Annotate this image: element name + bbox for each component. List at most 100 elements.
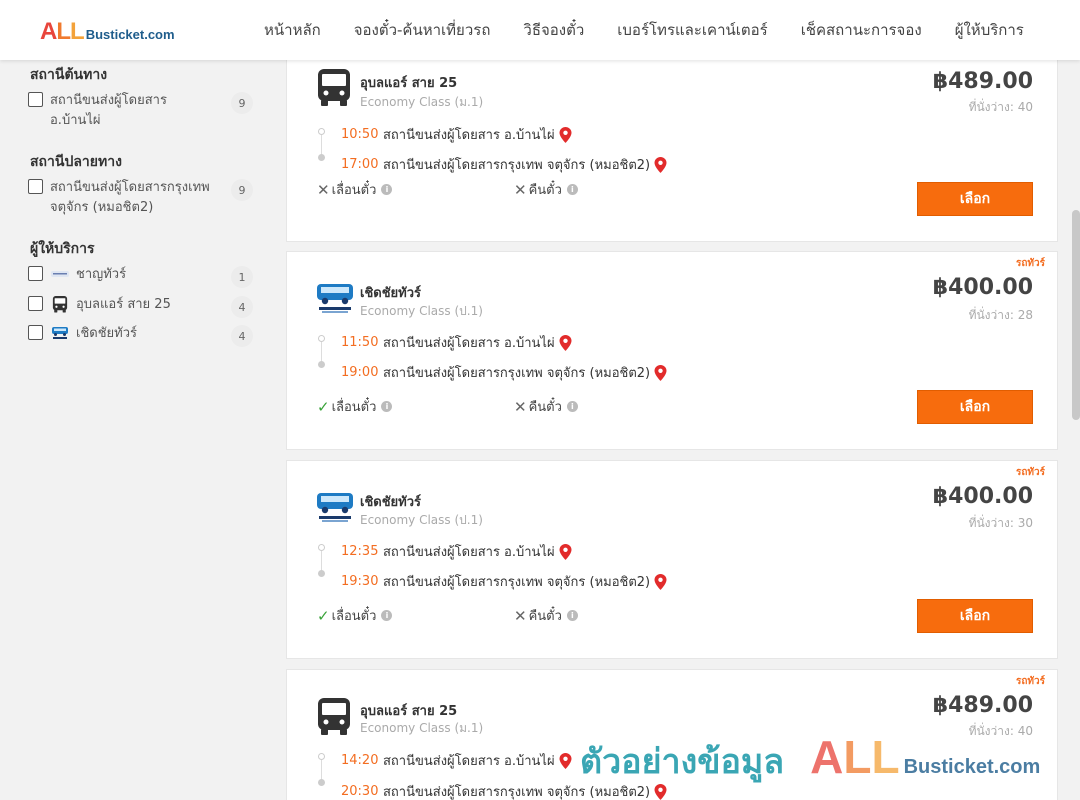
operator-filter-label: อุบลแอร์ สาย 25 [76,297,171,312]
arrival-time: 19:30 [341,574,379,589]
info-icon[interactable]: i [566,184,578,195]
seats-available: ที่นั่งว่าง: 40 [968,100,1033,114]
destination-checkbox[interactable] [28,179,43,194]
cross-icon: ✕ [514,397,527,416]
origin-filter-title: สถานีต้นทาง [30,67,108,83]
map-pin-icon[interactable] [654,573,667,590]
watermark-thai-text: ตัวอย่างข้อมูล [580,742,785,782]
refund-ticket-policy: ✕ คืนตั๋ว i [514,396,578,417]
seat-class: Economy Class (ม.1) [360,95,484,109]
departure-stop: 10:50 สถานีขนส่งผู้โดยสาร อ.บ้านไผ่ [341,124,572,145]
origin-filter-item[interactable]: สถานีขนส่งผู้โดยสาร อ.บ้านไผ่ 9 [28,91,256,131]
seat-class: Economy Class (ป.1) [360,304,483,318]
logo-letter-l2: L [70,18,85,45]
operator-checkbox[interactable] [28,296,43,311]
ticket-price: ฿400.00 [932,275,1033,300]
arrival-stop: 19:30 สถานีขนส่งผู้โดยสารกรุงเทพ จตุจักร… [341,571,667,592]
map-pin-icon[interactable] [559,126,572,143]
route-timeline [318,544,325,577]
page-scrollbar[interactable] [1072,210,1080,420]
operator-filter-item[interactable]: เชิดชัยทัวร์ 4 [28,324,256,347]
operator-checkbox[interactable] [28,325,43,340]
origin-checkbox[interactable] [28,92,43,107]
departure-time: 10:50 [341,127,379,142]
info-icon[interactable]: i [566,610,578,621]
watermark-brand-text: Busticket.com [903,756,1041,778]
departure-time: 14:20 [341,753,379,768]
check-icon: ✓ [317,397,330,416]
operator-name: อุบลแอร์ สาย 25 [360,704,458,719]
nav-phone-counters[interactable]: เบอร์โทรและเคาน์เตอร์ [617,18,767,42]
ticket-price: ฿489.00 [932,69,1033,94]
route-timeline [318,128,325,161]
change-ticket-policy: ✓ เลื่อนตั๋ว i [317,605,393,626]
nav-how-to-book[interactable]: วิธีจองตั๋ว [523,18,584,42]
bus-type-tag: รถทัวร์ [1015,676,1045,687]
destination-filter-title: สถานีปลายทาง [30,154,122,170]
refund-ticket-policy: ✕ คืนตั๋ว i [514,179,578,200]
change-ticket-label: เลื่อนตั๋ว [331,609,377,624]
site-logo[interactable]: ALL Busticket.com [40,18,175,46]
cross-icon: ✕ [317,180,330,199]
origin-filter-count: 9 [231,92,253,114]
operator-checkbox[interactable] [28,266,43,281]
nav-check-booking[interactable]: เช็คสถานะการจอง [801,18,922,42]
departure-place: สถานีขนส่งผู้โดยสาร อ.บ้านไผ่ [383,754,555,769]
change-ticket-policy: ✕ เลื่อนตั๋ว i [317,179,393,200]
bus-type-tag: รถทัวร์ [1015,467,1045,478]
map-pin-icon[interactable] [654,156,667,173]
departure-time: 11:50 [341,335,379,350]
cherdchai-logo-icon [51,324,69,342]
change-ticket-label: เลื่อนตั๋ว [331,183,377,198]
seats-available: ที่นั่งว่าง: 28 [968,308,1033,322]
info-icon[interactable]: i [381,610,393,621]
map-pin-icon[interactable] [654,364,667,381]
select-trip-button[interactable]: เลือก [917,182,1033,216]
bus-icon [51,295,69,313]
logo-letter-a: A [40,18,57,45]
arrival-time: 19:00 [341,365,379,380]
operator-filter-label: ชาญทัวร์ [76,267,127,282]
map-pin-icon[interactable] [559,543,572,560]
change-ticket-label: เลื่อนตั๋ว [331,400,377,415]
chan-tour-logo-icon [51,265,69,283]
watermark-letter-a: A [810,731,844,783]
arrival-time: 17:00 [341,157,379,172]
top-header: ALL Busticket.com หน้าหลัก จองตั๋ว-ค้นหา… [0,0,1080,60]
ticket-price: ฿400.00 [932,484,1033,509]
watermark-letter-l2: L [871,731,900,783]
select-trip-button[interactable]: เลือก [917,599,1033,633]
check-icon: ✓ [317,606,330,625]
departure-time: 12:35 [341,544,379,559]
departure-stop: 11:50 สถานีขนส่งผู้โดยสาร อ.บ้านไผ่ [341,332,572,353]
refund-ticket-label: คืนตั๋ว [528,183,562,198]
origin-filter-label: สถานีขนส่งผู้โดยสาร อ.บ้านไผ่ [50,93,167,128]
destination-filter-item[interactable]: สถานีขนส่งผู้โดยสารกรุงเทพ จตุจักร (หมอช… [28,178,256,218]
info-icon[interactable]: i [381,184,393,195]
operator-filter-title: ผู้ให้บริการ [30,241,95,257]
seat-class: Economy Class (ป.1) [360,513,483,527]
operator-filter-item[interactable]: อุบลแอร์ สาย 25 4 [28,295,256,318]
select-trip-button[interactable]: เลือก [917,390,1033,424]
nav-book-search[interactable]: จองตั๋ว-ค้นหาเที่ยวรถ [354,18,491,42]
operator-name: อุบลแอร์ สาย 25 [360,76,458,91]
operator-filter-item[interactable]: ชาญทัวร์ 1 [28,265,256,288]
map-pin-icon[interactable] [559,334,572,351]
change-ticket-policy: ✓ เลื่อนตั๋ว i [317,396,393,417]
map-pin-icon[interactable] [559,752,572,769]
route-timeline [318,335,325,368]
arrival-time: 20:30 [341,784,379,799]
departure-place: สถานีขนส่งผู้โดยสาร อ.บ้านไผ่ [383,545,555,560]
operator-filter-label: เชิดชัยทัวร์ [76,326,138,341]
bus-icon [316,698,352,735]
info-icon[interactable]: i [381,401,393,412]
arrival-place: สถานีขนส่งผู้โดยสารกรุงเทพ จตุจักร (หมอช… [383,366,651,381]
operator-name: เชิดชัยทัวร์ [360,286,422,301]
seats-available: ที่นั่งว่าง: 30 [968,516,1033,530]
logo-text: Busticket.com [85,27,175,42]
nav-operators[interactable]: ผู้ให้บริการ [955,18,1024,42]
nav-home[interactable]: หน้าหลัก [264,18,321,42]
departure-place: สถานีขนส่งผู้โดยสาร อ.บ้านไผ่ [383,128,555,143]
trip-card: รถทัวร์ เชิดชัยทัวร์ Economy Class (ป.1)… [286,460,1058,659]
info-icon[interactable]: i [566,401,578,412]
